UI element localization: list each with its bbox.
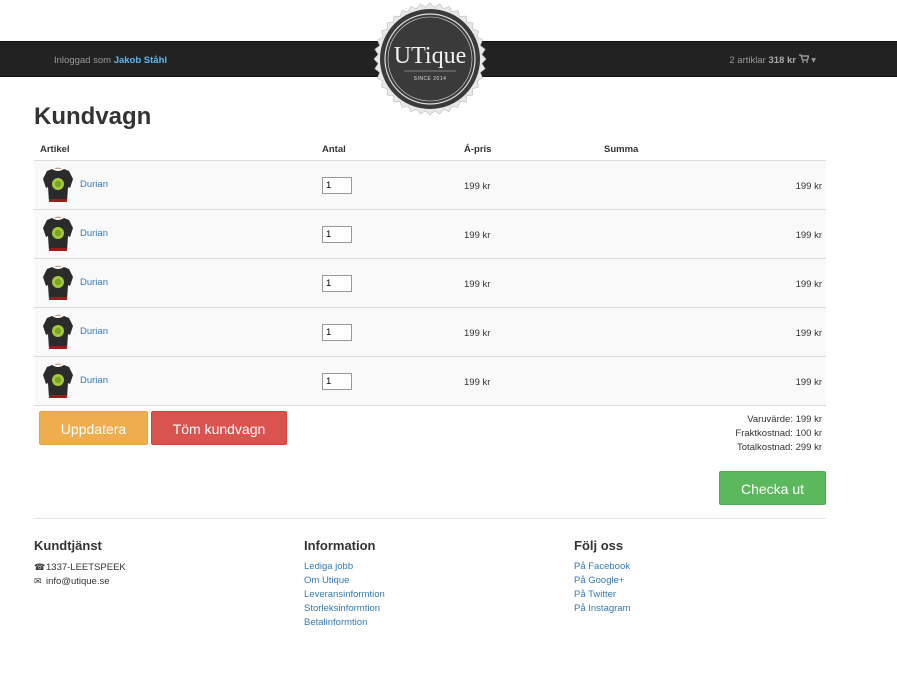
column-header-quantity: Antal xyxy=(322,144,346,155)
footer-information-link[interactable]: Lediga jobb xyxy=(304,561,353,572)
row-sum: 199 kr xyxy=(795,230,822,241)
footer-information-link[interactable]: Leveransinformtion xyxy=(304,589,385,600)
unit-price: 199 kr xyxy=(464,377,491,388)
footer-information: Information Lediga jobb Om Utique Leverans… xyxy=(304,538,385,630)
quantity-input[interactable] xyxy=(322,275,352,292)
column-header-article: Artikel xyxy=(40,144,70,155)
footer-divider xyxy=(34,518,826,519)
product-thumbnail[interactable] xyxy=(40,215,76,254)
row-sum: 199 kr xyxy=(795,279,822,290)
shipping-cost: Fraktkostnad: 100 kr xyxy=(735,428,822,439)
quantity-input[interactable] xyxy=(322,373,352,390)
total-cost: Totalkostnad: 299 kr xyxy=(736,442,822,453)
table-row: Durian 199 kr 199 kr xyxy=(34,161,826,210)
product-thumbnail[interactable] xyxy=(40,264,76,303)
support-phone: 1337-LEETSPEEK xyxy=(46,562,126,573)
footer-social-link[interactable]: På Facebook xyxy=(574,561,630,572)
product-name-link[interactable]: Durian xyxy=(80,179,108,190)
table-row: Durian 199 kr 199 kr xyxy=(34,259,826,308)
envelope-icon: ✉ xyxy=(34,576,42,586)
footer-social-link[interactable]: På Twitter xyxy=(574,589,616,600)
empty-cart-button[interactable]: Töm kundvagn xyxy=(151,411,287,445)
logo-brand-text: UTique xyxy=(394,43,466,69)
unit-price: 199 kr xyxy=(464,328,491,339)
column-header-sum: Summa xyxy=(604,144,639,155)
footer-follow: Följ oss På Facebook På Google+ På Twitter… xyxy=(574,538,631,616)
cart-amount: 318 kr xyxy=(768,55,796,66)
row-sum: 199 kr xyxy=(795,328,822,339)
footer-social-link[interactable]: På Instagram xyxy=(574,603,631,614)
cart-icon xyxy=(798,54,812,66)
cart-summary-dropdown[interactable]: 2 artiklar 318 kr ▾ xyxy=(729,54,816,66)
cart-table: Artikel Antal Á-pris Summa Durian 199 kr 1… xyxy=(34,140,826,406)
product-name-link[interactable]: Durian xyxy=(80,326,108,337)
utique-logo[interactable]: UTique SINCE 2014 xyxy=(373,2,487,116)
row-sum: 199 kr xyxy=(795,377,822,388)
table-row: Durian 199 kr 199 kr xyxy=(34,357,826,406)
chevron-down-icon: ▾ xyxy=(811,55,816,66)
row-sum: 199 kr xyxy=(795,181,822,192)
quantity-input[interactable] xyxy=(322,177,352,194)
footer-follow-title: Följ oss xyxy=(574,538,624,553)
logo-since-text: SINCE 2014 xyxy=(414,76,447,82)
order-totals: Varuvärde: 199 kr Fraktkostnad: 100 kr T… xyxy=(735,413,822,455)
column-header-unit-price: Á-pris xyxy=(464,144,492,155)
product-thumbnail[interactable] xyxy=(40,166,76,205)
product-name-link[interactable]: Durian xyxy=(80,228,108,239)
support-email: info@utique.se xyxy=(46,576,110,587)
footer-support: Kundtjänst ☎1337-LEETSPEEK ✉ info@utique.… xyxy=(34,538,126,588)
unit-price: 199 kr xyxy=(464,279,491,290)
phone-icon: ☎ xyxy=(34,562,46,572)
unit-price: 199 kr xyxy=(464,230,491,241)
update-button[interactable]: Uppdatera xyxy=(39,411,148,445)
cart-count: 2 artiklar xyxy=(729,55,766,66)
table-row: Durian 199 kr 199 kr xyxy=(34,308,826,357)
footer-information-link[interactable]: Om Utique xyxy=(304,575,349,586)
unit-price: 199 kr xyxy=(464,181,491,192)
quantity-input[interactable] xyxy=(322,324,352,341)
product-thumbnail[interactable] xyxy=(40,313,76,352)
checkout-button[interactable]: Checka ut xyxy=(719,471,826,505)
goods-value: Varuvärde: 199 kr xyxy=(747,414,822,425)
logged-in-status: Inloggad som Jakob Ståhl xyxy=(54,55,167,66)
footer-information-title: Information xyxy=(304,538,376,553)
footer-information-link[interactable]: Storleksinformtion xyxy=(304,603,380,614)
quantity-input[interactable] xyxy=(322,226,352,243)
page-title: Kundvagn xyxy=(34,103,152,130)
logged-in-label: Inloggad som xyxy=(54,55,112,66)
table-header: Artikel Antal Á-pris Summa xyxy=(34,140,826,161)
user-name-link[interactable]: Jakob Ståhl xyxy=(114,55,167,66)
product-name-link[interactable]: Durian xyxy=(80,375,108,386)
footer-social-link[interactable]: På Google+ xyxy=(574,575,624,586)
table-row: Durian 199 kr 199 kr xyxy=(34,210,826,259)
footer-support-title: Kundtjänst xyxy=(34,538,102,553)
product-thumbnail[interactable] xyxy=(40,362,76,401)
product-name-link[interactable]: Durian xyxy=(80,277,108,288)
footer-information-link[interactable]: Betalinformtion xyxy=(304,617,367,628)
